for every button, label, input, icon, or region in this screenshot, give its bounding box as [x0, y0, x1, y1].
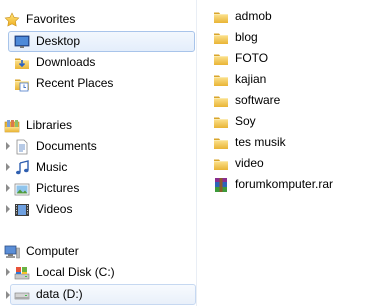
file-item-name: FOTO: [235, 51, 269, 65]
file-item-name: software: [235, 93, 281, 107]
folder-icon: [213, 9, 229, 25]
file-list-pane: admob blog FOTO kajian software Soy tes …: [197, 0, 369, 306]
folder-icon: [213, 51, 229, 67]
expand-caret-pictures[interactable]: [6, 184, 10, 192]
folder-icon: [213, 114, 229, 130]
nav-item-desktop-label: Desktop: [36, 34, 81, 48]
file-item-name: forumkomputer.rar: [235, 177, 334, 191]
nav-favorites-label: Favorites: [26, 12, 76, 26]
folder-icon: [213, 30, 229, 46]
file-item-name: video: [235, 156, 264, 170]
file-item-name: tes musik: [235, 135, 286, 149]
music-icon: [16, 159, 29, 174]
libraries-icon: [4, 119, 20, 132]
nav-item-local-disk[interactable]: Local Disk (C:): [14, 262, 184, 283]
nav-computer-header[interactable]: Computer: [4, 241, 154, 262]
nav-item-documents[interactable]: Documents: [14, 136, 184, 157]
file-item[interactable]: forumkomputer.rar: [213, 174, 333, 195]
file-item-name: blog: [235, 30, 258, 44]
nav-item-local-disk-label: Local Disk (C:): [36, 265, 115, 279]
nav-item-music[interactable]: Music: [14, 157, 184, 178]
nav-item-recent-places-label: Recent Places: [36, 76, 114, 90]
file-item[interactable]: tes musik: [213, 132, 286, 153]
file-item[interactable]: video: [213, 153, 264, 174]
folder-icon: [213, 93, 229, 109]
file-item[interactable]: FOTO: [213, 48, 268, 69]
local-disk-icon: [14, 266, 30, 279]
folder-icon: [213, 156, 229, 172]
drive-icon: [14, 292, 30, 299]
nav-libraries-label: Libraries: [26, 118, 73, 132]
nav-item-videos-label: Videos: [36, 202, 73, 216]
nav-libraries-header[interactable]: Libraries: [4, 115, 154, 136]
folder-icon: [213, 72, 229, 88]
computer-icon: [4, 245, 20, 258]
nav-item-music-label: Music: [36, 160, 68, 174]
expand-caret-local-disk[interactable]: [6, 268, 10, 276]
nav-item-recent-places[interactable]: Recent Places: [14, 73, 184, 94]
videos-icon: [15, 203, 29, 216]
nav-item-pictures-label: Pictures: [36, 181, 80, 195]
file-item[interactable]: admob: [213, 6, 272, 27]
file-item-name: Soy: [235, 114, 256, 128]
file-item[interactable]: blog: [213, 27, 258, 48]
nav-item-documents-label: Documents: [36, 139, 97, 153]
expand-caret-documents[interactable]: [6, 142, 10, 150]
nav-item-downloads[interactable]: Downloads: [14, 52, 184, 73]
folder-icon: [213, 135, 229, 151]
downloads-icon: [14, 55, 30, 71]
expand-caret-music[interactable]: [6, 163, 10, 171]
nav-computer-label: Computer: [26, 244, 79, 258]
nav-item-videos[interactable]: Videos: [14, 199, 184, 220]
nav-item-data-drive[interactable]: data (D:): [10, 284, 196, 305]
expand-caret-videos[interactable]: [6, 205, 10, 213]
nav-favorites-header[interactable]: Favorites: [4, 9, 154, 30]
documents-icon: [16, 139, 28, 154]
navigation-pane: Favorites Desktop Downloads Recent Place…: [0, 0, 196, 306]
nav-item-data-drive-label: data (D:): [36, 287, 83, 301]
pictures-icon: [14, 183, 30, 195]
recent-places-icon: [14, 76, 30, 91]
nav-item-downloads-label: Downloads: [36, 55, 96, 69]
file-item[interactable]: kajian: [213, 69, 266, 90]
desktop-icon: [14, 35, 30, 48]
nav-item-pictures[interactable]: Pictures: [14, 178, 184, 199]
star-icon: [4, 11, 20, 27]
nav-item-desktop[interactable]: Desktop: [8, 31, 195, 52]
file-item-name: admob: [235, 9, 272, 23]
file-item-name: kajian: [235, 72, 267, 86]
file-item[interactable]: software: [213, 90, 280, 111]
rar-archive-icon: [215, 177, 227, 192]
file-item[interactable]: Soy: [213, 111, 256, 132]
